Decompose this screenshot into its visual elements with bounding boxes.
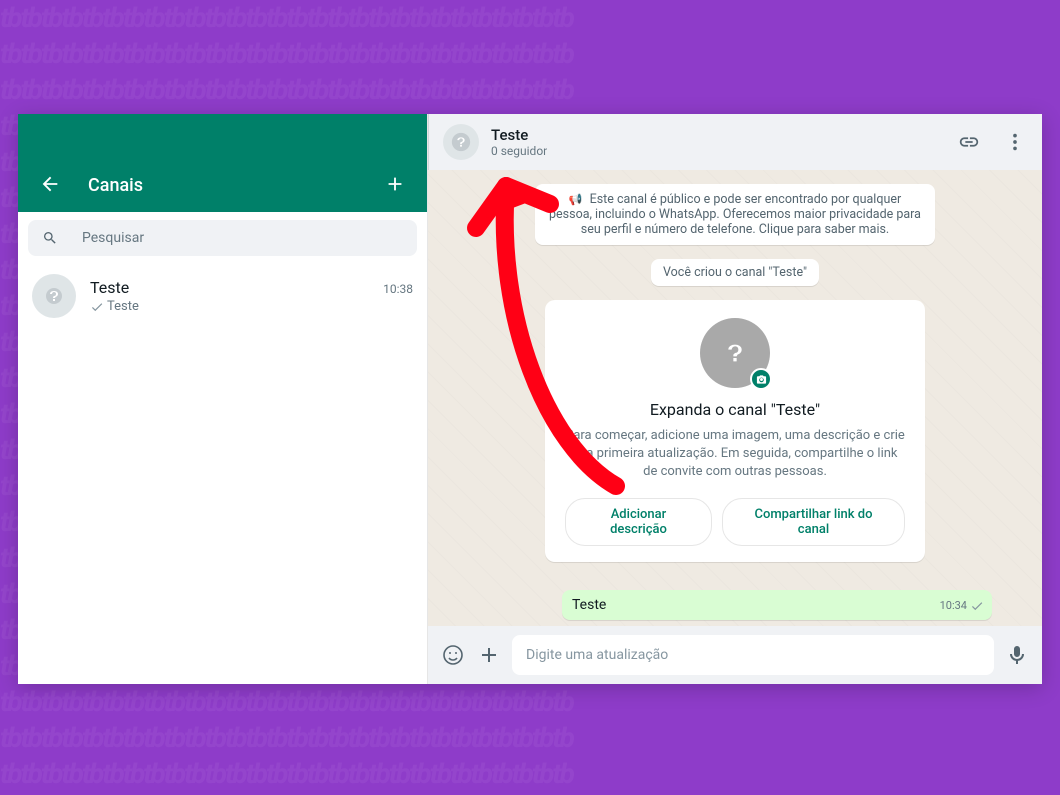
created-pill-text: Você criou o canal "Teste" <box>663 265 807 280</box>
chat-header-actions <box>956 129 1028 155</box>
expand-avatar-container[interactable] <box>700 318 770 388</box>
mic-icon <box>1005 643 1029 667</box>
attach-button[interactable] <box>476 642 502 668</box>
new-channel-button[interactable] <box>383 172 407 196</box>
share-link-button[interactable]: Compartilhar link do canal <box>722 498 905 546</box>
plus-icon <box>384 173 406 195</box>
more-vertical-icon <box>1004 131 1026 153</box>
compose-bar <box>428 626 1042 684</box>
message-meta: 10:34 <box>940 599 984 613</box>
channel-item-teste[interactable]: Teste 10:38 Teste <box>18 264 427 328</box>
channel-info: Teste 10:38 Teste <box>90 278 413 314</box>
message-bubble[interactable]: Teste 10:34 <box>562 590 992 620</box>
channel-time: 10:38 <box>383 282 413 296</box>
channel-avatar <box>32 274 76 318</box>
chat-header[interactable]: Teste 0 seguidor <box>428 114 1042 170</box>
expand-channel-card: Expanda o canal "Teste" Para começar, ad… <box>545 300 925 562</box>
search-icon <box>42 230 58 246</box>
plus-icon <box>477 643 501 667</box>
link-icon <box>958 131 980 153</box>
channel-created-pill: Você criou o canal "Teste" <box>651 259 819 286</box>
compose-input[interactable] <box>526 647 980 663</box>
sidebar-header: Canais <box>18 114 427 212</box>
chat-header-subtitle: 0 seguidor <box>491 144 956 158</box>
whatsapp-window: Canais Teste 10:38 <box>18 114 1042 684</box>
message-text: Teste <box>572 597 606 613</box>
sidebar: Canais Teste 10:38 <box>18 114 428 684</box>
channel-preview: Teste <box>107 299 139 314</box>
channel-public-info[interactable]: 📢 Este canal é público e pode ser encont… <box>535 184 935 245</box>
sidebar-title: Canais <box>88 175 383 196</box>
chat-header-info[interactable]: Teste 0 seguidor <box>491 126 956 158</box>
chat-header-avatar[interactable] <box>443 124 479 160</box>
camera-icon <box>756 374 767 385</box>
add-photo-button[interactable] <box>750 368 772 390</box>
emoji-button[interactable] <box>440 642 466 668</box>
message-time: 10:34 <box>940 599 967 612</box>
channel-name: Teste <box>90 278 129 297</box>
expand-card-title: Expanda o canal "Teste" <box>565 400 905 419</box>
channel-icon <box>715 333 755 373</box>
check-icon <box>90 300 104 314</box>
expand-card-buttons: Adicionar descrição Compartilhar link do… <box>565 498 905 546</box>
broadcast-icon: 📢 <box>569 193 583 206</box>
info-banner-text: Este canal é público e pode ser encontra… <box>549 192 921 237</box>
emoji-icon <box>441 643 465 667</box>
arrow-left-icon <box>39 173 61 195</box>
chat-body[interactable]: 📢 Este canal é público e pode ser encont… <box>428 170 1042 626</box>
menu-button[interactable] <box>1002 129 1028 155</box>
search-container <box>18 212 427 264</box>
search-box[interactable] <box>28 220 417 256</box>
add-description-button[interactable]: Adicionar descrição <box>565 498 712 546</box>
expand-card-text: Para começar, adicione uma imagem, uma d… <box>565 427 905 482</box>
check-icon <box>970 599 984 613</box>
mic-button[interactable] <box>1004 642 1030 668</box>
channel-icon <box>42 284 66 308</box>
search-input[interactable] <box>82 230 403 246</box>
compose-input-wrap[interactable] <box>512 635 994 675</box>
message-row: Teste 10:34 <box>478 590 992 620</box>
channel-icon <box>450 131 472 153</box>
channel-list[interactable]: Teste 10:38 Teste <box>18 264 427 684</box>
copy-link-button[interactable] <box>956 129 982 155</box>
chat-header-title: Teste <box>491 126 956 144</box>
chat-pane: Teste 0 seguidor 📢 Este canal é público … <box>428 114 1042 684</box>
back-button[interactable] <box>38 172 62 196</box>
